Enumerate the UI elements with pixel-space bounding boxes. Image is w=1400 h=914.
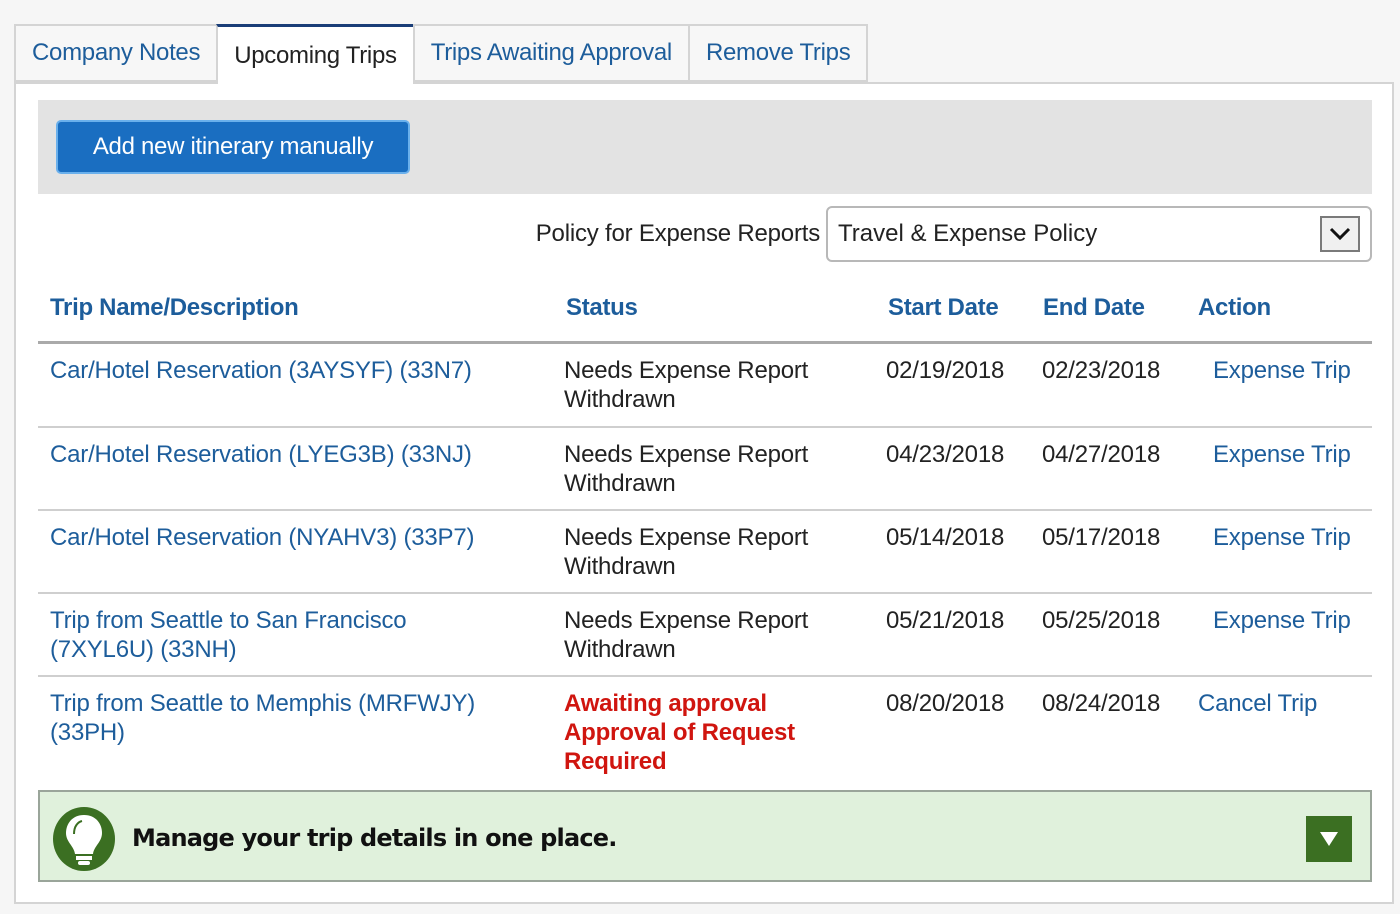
trip-status: Needs Expense Report Withdrawn — [564, 524, 809, 580]
trip-end-date: 08/24/2018 — [1042, 690, 1161, 717]
trip-name-link[interactable]: Trip from Seattle to Memphis (MRFWJY) (3… — [50, 689, 520, 747]
trip-end-date: 05/17/2018 — [1042, 524, 1161, 551]
trip-end-date: 05/25/2018 — [1042, 607, 1161, 634]
table-row: Car/Hotel Reservation (NYAHV3) (33P7) Ne… — [38, 511, 1372, 594]
add-itinerary-button[interactable]: Add new itinerary manually — [56, 120, 410, 174]
expense-trip-link[interactable]: Expense Trip — [1213, 606, 1351, 635]
trip-status: Needs Expense Report Withdrawn — [564, 441, 809, 497]
trip-name-link[interactable]: Car/Hotel Reservation (3AYSYF) (33N7) — [50, 356, 520, 385]
trip-start-date: 08/20/2018 — [886, 690, 1005, 717]
expense-trip-link[interactable]: Expense Trip — [1213, 523, 1351, 552]
tab-bar: Company Notes Upcoming Trips Trips Await… — [14, 24, 869, 84]
lightbulb-icon — [52, 806, 116, 872]
trips-table: Trip Name/Description Status Start Date … — [38, 274, 1372, 787]
trip-status: Needs Expense Report Withdrawn — [564, 607, 809, 663]
expand-toggle-button[interactable] — [1306, 816, 1352, 862]
table-row: Car/Hotel Reservation (3AYSYF) (33N7) Ne… — [38, 344, 1372, 428]
triangle-down-icon — [1320, 832, 1338, 846]
header-trip-name[interactable]: Trip Name/Description — [50, 294, 299, 322]
upcoming-trips-panel: Add new itinerary manually Policy for Ex… — [14, 82, 1394, 904]
header-status[interactable]: Status — [566, 294, 638, 322]
tab-remove-trips[interactable]: Remove Trips — [687, 24, 869, 82]
trip-start-date: 05/14/2018 — [886, 524, 1005, 551]
table-row: Car/Hotel Reservation (LYEG3B) (33NJ) Ne… — [38, 428, 1372, 511]
table-row: Trip from Seattle to San Francisco (7XYL… — [38, 594, 1372, 677]
tab-company-notes[interactable]: Company Notes — [14, 24, 217, 82]
header-end-date[interactable]: End Date — [1043, 294, 1145, 322]
trip-name-link[interactable]: Trip from Seattle to San Francisco (7XYL… — [50, 606, 470, 664]
trip-start-date: 02/19/2018 — [886, 357, 1005, 384]
trip-name-link[interactable]: Car/Hotel Reservation (LYEG3B) (33NJ) — [50, 440, 520, 469]
trip-status: Needs Expense Report Withdrawn — [564, 357, 809, 413]
expense-trip-link[interactable]: Expense Trip — [1213, 356, 1351, 385]
tip-banner: Manage your trip details in one place. — [38, 790, 1372, 882]
header-start-date[interactable]: Start Date — [888, 294, 999, 322]
trip-status-alert: Awaiting approval Approval of Request Re… — [564, 690, 795, 775]
policy-label: Policy for Expense Reports — [535, 220, 820, 247]
tab-upcoming-trips[interactable]: Upcoming Trips — [216, 24, 413, 84]
tip-text: Manage your trip details in one place. — [132, 824, 617, 852]
trip-start-date: 04/23/2018 — [886, 441, 1005, 468]
trip-end-date: 02/23/2018 — [1042, 357, 1161, 384]
trip-end-date: 04/27/2018 — [1042, 441, 1161, 468]
expense-trip-link[interactable]: Expense Trip — [1213, 440, 1351, 469]
trip-name-link[interactable]: Car/Hotel Reservation (NYAHV3) (33P7) — [50, 523, 520, 552]
cancel-trip-link[interactable]: Cancel Trip — [1198, 689, 1317, 718]
policy-select[interactable]: Travel & Expense Policy — [826, 206, 1372, 262]
chevron-down-icon[interactable] — [1320, 216, 1360, 252]
trip-start-date: 05/21/2018 — [886, 607, 1005, 634]
tab-trips-awaiting-approval[interactable]: Trips Awaiting Approval — [412, 24, 688, 82]
header-action: Action — [1198, 294, 1271, 321]
table-row: Trip from Seattle to Memphis (MRFWJY) (3… — [38, 677, 1372, 787]
policy-row: Policy for Expense Reports Travel & Expe… — [16, 206, 1376, 262]
policy-selected-value: Travel & Expense Policy — [838, 220, 1098, 247]
toolbar: Add new itinerary manually — [38, 100, 1372, 194]
table-header: Trip Name/Description Status Start Date … — [38, 274, 1372, 344]
